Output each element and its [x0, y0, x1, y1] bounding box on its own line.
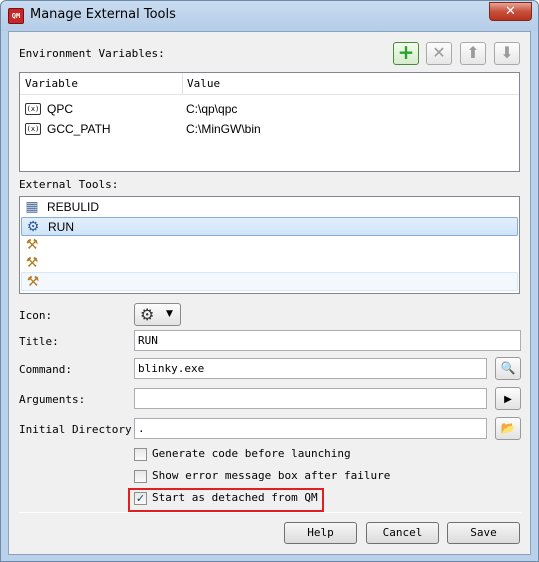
gear-icon: ⚙ [140, 305, 155, 324]
env-section-label: Environment Variables: [19, 47, 165, 60]
column-separator[interactable] [182, 73, 183, 95]
list-item[interactable]: ⚙ RUN [21, 217, 518, 236]
arrow-down-icon: ⬇ [500, 43, 514, 62]
delete-button[interactable]: ✕ [426, 42, 452, 65]
variable-icon: (x) [25, 123, 41, 135]
variable-icon: (x) [25, 103, 41, 115]
divider [19, 512, 521, 513]
variable-name: QPC [47, 102, 74, 116]
arrow-right-icon: ▶ [504, 394, 512, 405]
variable-value: C:\MinGW\bin [186, 122, 261, 136]
table-row[interactable]: (x) QPC C:\qp\qpc [20, 99, 519, 119]
tools-icon: ⚒ [26, 274, 40, 290]
arguments-menu-button[interactable]: ▶ [495, 387, 521, 410]
list-item[interactable]: ▦ REBULID [21, 198, 518, 217]
tool-label: REBULID [47, 200, 100, 214]
cancel-button[interactable]: Cancel [366, 522, 439, 544]
folder-icon: 📂 [500, 421, 516, 435]
gear-icon: ⚙ [26, 219, 40, 235]
search-icon: 🔍 [500, 361, 516, 375]
app-icon: QM [8, 8, 24, 24]
initial-directory-field[interactable]: . [134, 418, 487, 439]
list-item[interactable]: ⚒ [21, 236, 518, 255]
plus-icon: + [397, 40, 415, 64]
arguments-field[interactable] [134, 388, 487, 409]
tools-icon: ⚒ [25, 255, 39, 271]
command-label: Command: [19, 363, 72, 376]
command-field[interactable]: blinky.exe [134, 358, 487, 379]
initial-directory-label: Initial Directory: [19, 423, 139, 436]
browse-command-button[interactable]: 🔍 [495, 357, 521, 380]
dialog-client-area: Environment Variables: + ✕ ⬆ ⬇ Variable … [8, 31, 531, 555]
move-down-button[interactable]: ⬇ [494, 42, 520, 65]
env-variables-list[interactable]: Variable Value (x) QPC C:\qp\qpc (x) GCC… [19, 72, 520, 172]
calendar-icon: ▦ [25, 199, 39, 215]
arguments-label: Arguments: [19, 393, 86, 406]
x-icon: ✕ [432, 43, 446, 62]
title-label: Title: [19, 335, 59, 348]
checkbox-label: Show error message box after failure [152, 469, 391, 482]
help-button[interactable]: Help [284, 522, 357, 544]
tools-section-label: External Tools: [19, 178, 119, 191]
table-row[interactable]: (x) GCC_PATH C:\MinGW\bin [20, 119, 519, 139]
close-button[interactable]: ✕ [489, 2, 532, 21]
checkbox-label: Generate code before launching [152, 447, 351, 460]
checkbox[interactable] [134, 448, 147, 461]
dialog-window: QM Manage External Tools ✕ Environment V… [0, 0, 539, 562]
add-button[interactable]: + [393, 42, 419, 65]
arrow-up-icon: ⬆ [466, 43, 480, 62]
window-title: Manage External Tools [30, 7, 176, 22]
external-tools-list[interactable]: ▦ REBULID ⚙ RUN ⚒ ⚒ ⚒ [19, 196, 520, 294]
variable-name: GCC_PATH [47, 122, 111, 136]
env-list-header: Variable Value [20, 73, 519, 95]
title-field[interactable]: RUN [134, 330, 521, 351]
move-up-button[interactable]: ⬆ [460, 42, 486, 65]
tool-label: RUN [48, 220, 74, 234]
list-item[interactable]: ⚒ [21, 272, 518, 291]
icon-selector[interactable]: ⚙ ▼ [134, 303, 181, 326]
list-item[interactable]: ⚒ [21, 254, 518, 273]
variable-value: C:\qp\qpc [186, 102, 238, 116]
column-header-variable[interactable]: Variable [25, 77, 78, 90]
column-header-value[interactable]: Value [187, 77, 220, 90]
icon-label: Icon: [19, 309, 53, 322]
title-bar[interactable]: QM Manage External Tools ✕ [1, 1, 538, 31]
checkbox[interactable] [134, 470, 147, 483]
chevron-down-icon: ▼ [166, 309, 173, 319]
highlight-annotation [128, 488, 324, 512]
save-button[interactable]: Save [447, 522, 520, 544]
tools-icon: ⚒ [25, 237, 39, 253]
browse-directory-button[interactable]: 📂 [495, 417, 521, 440]
